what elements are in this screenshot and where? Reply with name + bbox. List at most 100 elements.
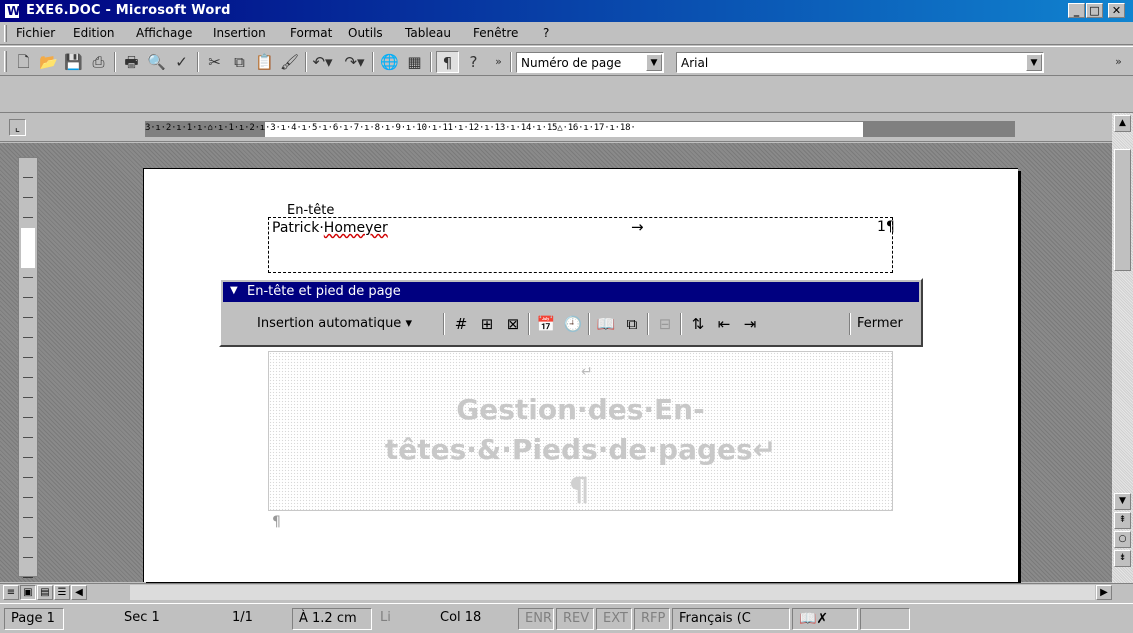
font-select[interactable]: Arial ▼	[676, 52, 1044, 73]
status-extend-selection[interactable]: EXT	[596, 608, 632, 630]
spelling-status-icon[interactable]: 📖✗	[792, 608, 858, 630]
status-track-changes[interactable]: REV	[556, 608, 594, 630]
save-icon[interactable]: 💾	[62, 51, 85, 73]
outline-view-icon[interactable]: ☰	[54, 585, 70, 600]
status-overtype[interactable]: RFP	[634, 608, 670, 630]
style-select[interactable]: Numéro de page ▼	[516, 52, 664, 73]
body-text-region[interactable]: ↵ Gestion·des·En-têtes·&·Pieds·de·pages↵…	[268, 351, 893, 511]
tab-selector-icon[interactable]: ⌞	[9, 119, 26, 136]
scroll-left-icon[interactable]: ◀	[71, 585, 87, 600]
paste-icon[interactable]: 📋	[253, 51, 276, 73]
horizontal-scroll-row: ≡ ▣ ▤ ☰ ◀ ▶	[0, 583, 1133, 601]
normal-view-icon[interactable]: ≡	[3, 585, 19, 600]
toolbar-separator	[197, 52, 199, 72]
status-section: Sec 1	[124, 610, 160, 625]
document-page[interactable]: En-tête Patrick·Homeyer → 1¶ ↵ Gestion·d…	[143, 168, 1018, 582]
next-page-icon[interactable]: ⇟	[1114, 550, 1131, 567]
toolbar-menu-icon[interactable]: ▼	[230, 285, 238, 296]
close-header-footer-button[interactable]: Fermer	[857, 316, 903, 331]
tables-borders-icon[interactable]: ▦	[403, 51, 426, 73]
toolbar-separator	[647, 313, 649, 335]
print-preview-icon[interactable]: 🔍	[145, 51, 168, 73]
switch-header-footer-icon[interactable]: ⇅	[686, 312, 710, 336]
web-layout-view-icon[interactable]: ▣	[20, 585, 36, 600]
header-page-number[interactable]: 1¶	[877, 219, 895, 235]
print-layout-view-icon[interactable]: ▤	[37, 585, 53, 600]
page-setup-icon[interactable]: 📖	[594, 312, 618, 336]
header-author-first: Patrick	[272, 220, 320, 236]
chevron-down-icon[interactable]: ▼	[646, 54, 662, 71]
show-document-text-icon[interactable]: ⧉	[620, 312, 644, 336]
minimize-button[interactable]: _	[1068, 3, 1085, 18]
format-painter-icon[interactable]: 🖌	[278, 51, 301, 73]
menubar-grip[interactable]	[4, 25, 7, 42]
toolbar-separator	[680, 313, 682, 335]
chevron-down-icon[interactable]: ▼	[1026, 54, 1042, 71]
status-language[interactable]: Français (C	[672, 608, 790, 630]
toolbar-separator	[510, 52, 512, 72]
menu-edition[interactable]: Edition	[73, 26, 115, 40]
vertical-ruler[interactable]	[18, 157, 38, 578]
menu-format[interactable]: Format	[290, 26, 332, 40]
help-icon[interactable]: ?	[462, 51, 485, 73]
scroll-down-icon[interactable]: ▼	[1114, 493, 1131, 510]
copy-icon[interactable]: ⧉	[228, 51, 251, 73]
word-app-icon[interactable]	[4, 3, 20, 19]
status-page: Page 1	[4, 608, 64, 630]
previous-page-icon[interactable]: ⇞	[1114, 512, 1131, 529]
show-next-icon[interactable]: ⇥	[738, 312, 762, 336]
vertical-scrollbar[interactable]: ▲ ▼ ⇞ ○ ⇟	[1112, 113, 1133, 583]
show-previous-icon[interactable]: ⇤	[712, 312, 736, 336]
menu-insertion[interactable]: Insertion	[213, 26, 266, 40]
more-buttons-icon[interactable]: »	[1107, 51, 1130, 73]
insert-page-number-icon[interactable]: #	[449, 312, 473, 336]
toolbar-grip[interactable]	[4, 51, 7, 72]
vertical-scroll-thumb[interactable]	[1114, 149, 1131, 271]
format-page-number-icon[interactable]: ⊠	[501, 312, 525, 336]
cut-icon[interactable]: ✂	[203, 51, 226, 73]
same-as-previous-icon[interactable]: ⊟	[653, 312, 677, 336]
more-buttons-icon[interactable]: »	[487, 51, 510, 73]
spelling-icon[interactable]: ✓	[170, 51, 193, 73]
document-area[interactable]: En-tête Patrick·Homeyer → 1¶ ↵ Gestion·d…	[0, 143, 1112, 582]
style-select-value: Numéro de page	[521, 56, 622, 70]
header-label: En-tête	[287, 203, 335, 218]
menu-fenetre[interactable]: Fenêtre	[473, 26, 518, 40]
line-break-mark: ↵	[581, 364, 593, 380]
scroll-right-icon[interactable]: ▶	[1096, 585, 1112, 600]
menu-affichage[interactable]: Affichage	[136, 26, 192, 40]
auto-insert-dropdown[interactable]: Insertion automatique ▾	[257, 316, 412, 331]
email-icon[interactable]: ⎙	[87, 51, 110, 73]
menu-tableau[interactable]: Tableau	[405, 26, 451, 40]
insert-time-icon[interactable]: 🕘	[561, 312, 585, 336]
status-record-macro[interactable]: ENR	[518, 608, 554, 630]
horizontal-ruler[interactable]: 3·ı·2·ı·1·ı·⌂·ı·1·ı·2·ı·3·ı·4·ı·5·ı·6·ı·…	[145, 121, 1015, 137]
toolbar-separator	[372, 52, 374, 72]
menu-fichier[interactable]: Fichier	[16, 26, 55, 40]
scroll-up-icon[interactable]: ▲	[1114, 115, 1131, 132]
print-icon[interactable]: 🖶	[120, 51, 143, 73]
status-line: Li	[380, 610, 391, 625]
insert-page-count-icon[interactable]: ⊞	[475, 312, 499, 336]
body-title: Gestion·des·En-têtes·&·Pieds·de·pages↵	[384, 393, 777, 466]
hyperlink-icon[interactable]: 🌐	[378, 51, 401, 73]
show-formatting-icon[interactable]: ¶	[436, 51, 459, 73]
standard-toolbar: 🗋 📂 💾 ⎙ 🖶 🔍 ✓ ✂ ⧉ 📋 🖌 ↶▾ ↷▾ 🌐 ▦ ¶ ? » Nu…	[0, 46, 1133, 76]
ruler-ticks: 3·ı·2·ı·1·ı·⌂·ı·1·ı·2·ı·3·ı·4·ı·5·ı·6·ı·…	[145, 123, 636, 133]
header-author[interactable]: Patrick·Homeyer	[272, 220, 388, 236]
insert-date-icon[interactable]: 📅	[534, 312, 558, 336]
header-footer-toolbar-title: En-tête et pied de page	[247, 284, 401, 299]
toolbar-separator	[528, 313, 530, 335]
select-browse-object-icon[interactable]: ○	[1114, 531, 1131, 548]
close-button[interactable]: ✕	[1108, 3, 1125, 18]
open-folder-icon[interactable]: 📂	[37, 51, 60, 73]
menu-help[interactable]: ?	[543, 26, 549, 40]
maximize-button[interactable]: □	[1086, 3, 1103, 18]
undo-icon[interactable]: ↶▾	[311, 51, 334, 73]
header-footer-toolbar[interactable]: ▼ En-tête et pied de page Insertion auto…	[219, 278, 923, 347]
menu-outils[interactable]: Outils	[348, 26, 383, 40]
redo-icon[interactable]: ↷▾	[343, 51, 366, 73]
header-footer-toolbar-titlebar[interactable]: ▼ En-tête et pied de page	[223, 282, 919, 302]
new-document-icon[interactable]: 🗋	[12, 51, 35, 73]
horizontal-scrollbar[interactable]	[130, 585, 1095, 600]
